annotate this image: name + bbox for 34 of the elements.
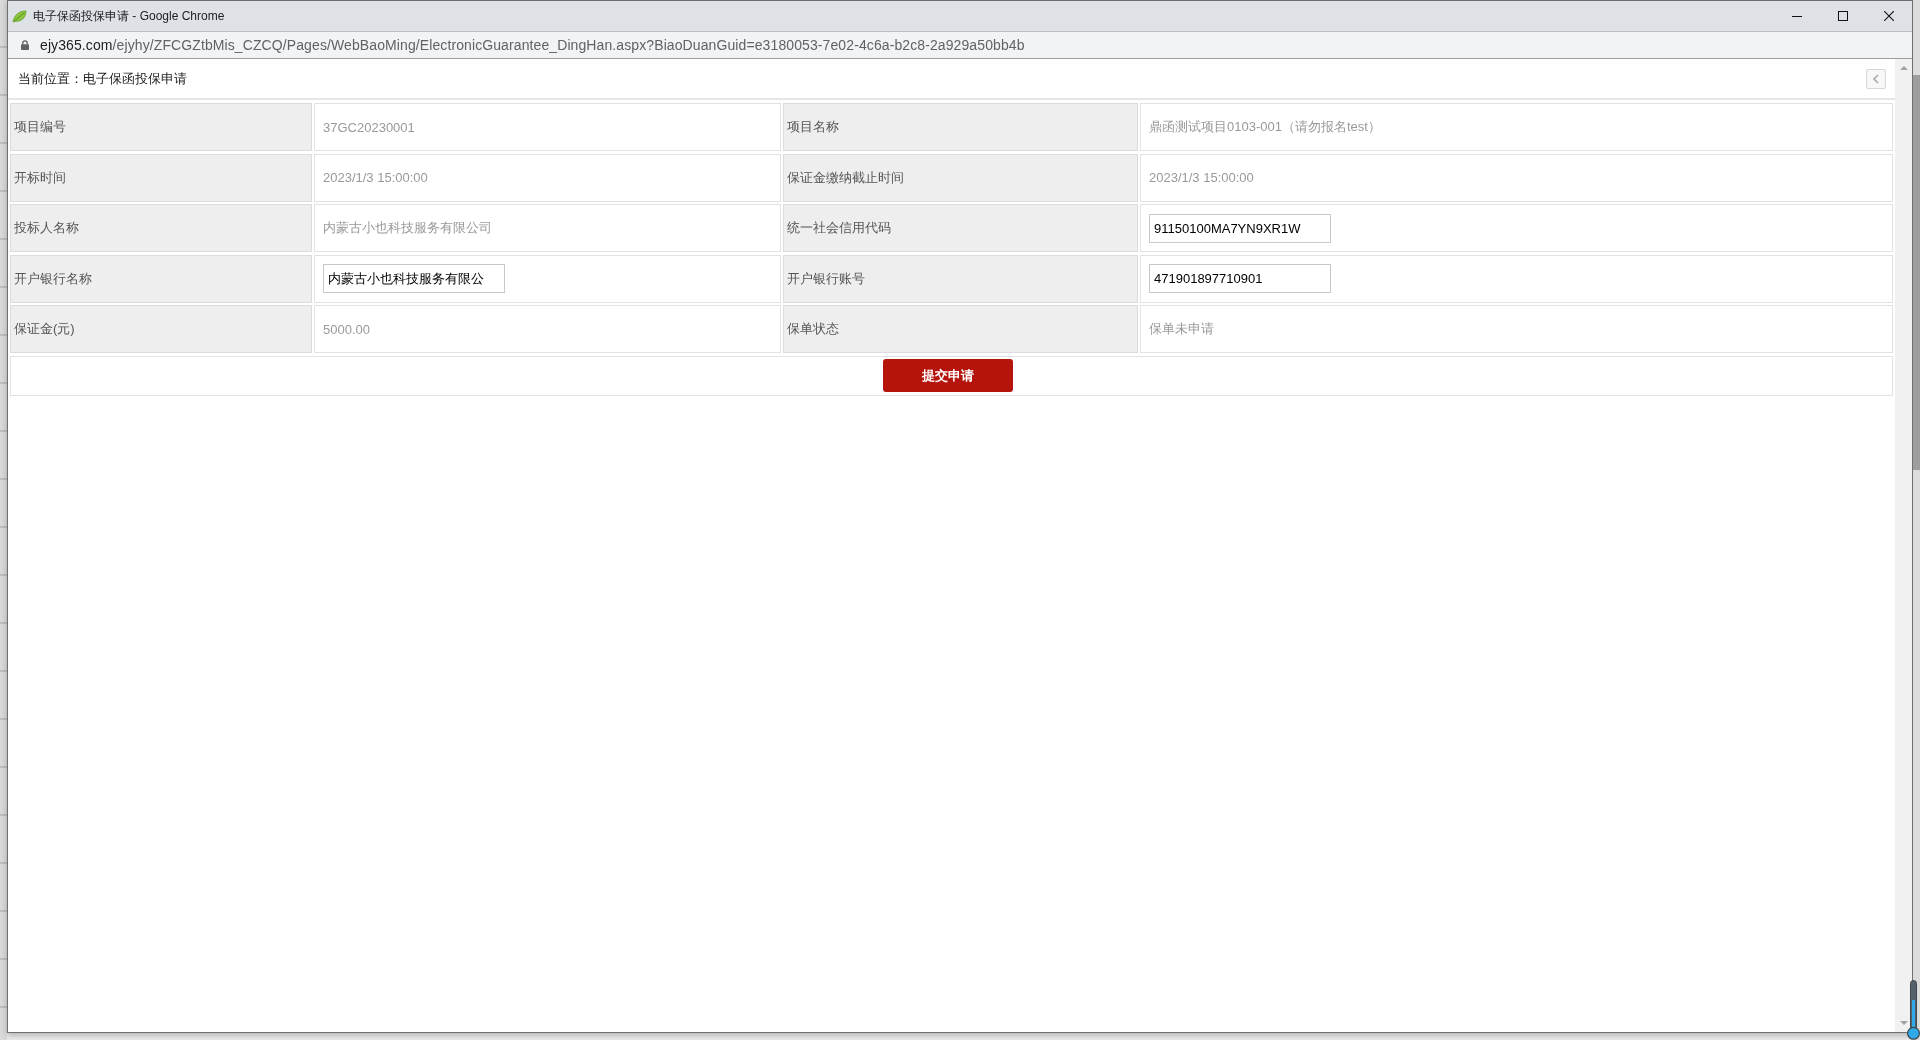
minimize-icon	[1792, 15, 1802, 17]
field-label: 保单状态	[783, 305, 1138, 353]
field-label: 投标人名称	[10, 204, 312, 252]
field-label: 开标时间	[10, 153, 312, 202]
scrollbar[interactable]	[1895, 59, 1912, 1032]
field-label: 项目名称	[783, 103, 1138, 151]
thermometer-icon	[1907, 980, 1920, 1040]
text-input[interactable]: 471901897710901	[1149, 264, 1331, 293]
field-value: 内蒙古小也科技服务有限公司	[314, 204, 781, 252]
maximize-icon	[1838, 11, 1848, 21]
field-value: 保单未申请	[1140, 305, 1893, 353]
field-label: 开户银行名称	[10, 254, 312, 303]
field-label: 保证金缴纳截止时间	[783, 153, 1138, 202]
chevron-left-icon	[1873, 73, 1879, 84]
field-value: 鼎函测试项目0103-001（请勿报名test）	[1140, 103, 1893, 151]
field-value: 37GC20230001	[314, 103, 781, 151]
scroll-up-arrow-icon[interactable]	[1899, 66, 1908, 70]
submit-button[interactable]: 提交申请	[882, 359, 1013, 392]
field-value: 2023/1/3 15:00:00	[314, 153, 781, 202]
field-value: 2023/1/3 15:00:00	[1140, 153, 1893, 202]
close-icon	[1884, 11, 1894, 21]
field-label: 统一社会信用代码	[783, 204, 1138, 252]
field-label: 项目编号	[10, 103, 312, 151]
field-label: 保证金(元)	[10, 305, 312, 353]
window-title: 电子保函投保申请 - Google Chrome	[33, 7, 225, 25]
lock-icon	[21, 40, 29, 50]
text-input[interactable]: 91150100MA7YN9XR1W	[1149, 213, 1331, 243]
breadcrumb: 当前位置：电子保函投保申请	[18, 69, 187, 88]
collapse-button[interactable]	[1866, 68, 1886, 89]
field-label: 开户银行账号	[783, 254, 1138, 303]
scroll-down-arrow-icon[interactable]	[1899, 1021, 1908, 1025]
text-input[interactable]: 内蒙古小也科技服务有限公	[323, 264, 505, 293]
leaf-icon	[12, 9, 27, 23]
field-value: 5000.00	[314, 305, 781, 353]
